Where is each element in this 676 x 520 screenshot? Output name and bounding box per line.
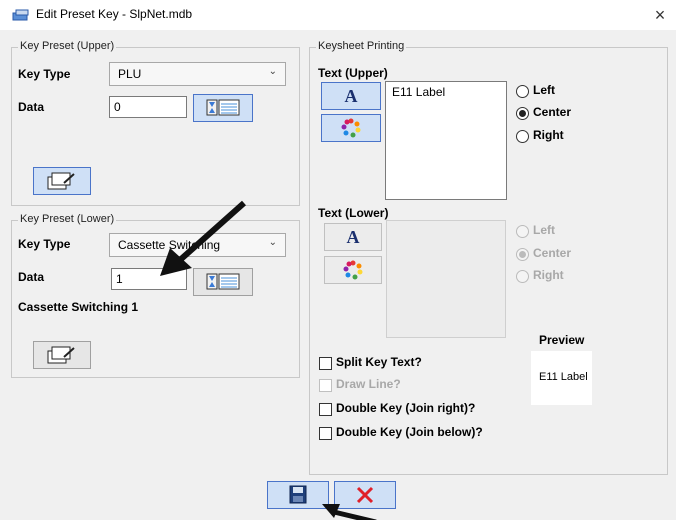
upper-align-center-label: Center — [533, 105, 572, 119]
edit-pencil-icon — [47, 346, 75, 364]
upper-data-picker-button[interactable] — [193, 94, 253, 122]
app-icon — [12, 9, 29, 21]
upper-data-input[interactable]: 0 — [109, 96, 187, 118]
preview-box: E11 Label — [531, 351, 592, 405]
lower-key-type-label: Key Type — [18, 237, 71, 251]
upper-data-label: Data — [18, 100, 45, 114]
upper-key-type-label: Key Type — [18, 67, 71, 81]
upper-font-button[interactable]: A — [321, 82, 381, 110]
double-key-join-right-checkbox[interactable] — [319, 403, 332, 416]
text-upper-label: Text (Upper) — [318, 66, 388, 80]
annotation-arrow-icon — [160, 200, 246, 276]
window-title: Edit Preset Key - SlpNet.mdb — [36, 7, 193, 21]
upper-key-type-dropdown[interactable]: PLU ⌄ — [109, 62, 286, 86]
color-wheel-icon — [343, 260, 363, 280]
upper-align-right-label: Right — [533, 128, 564, 142]
font-a-icon: A — [344, 86, 358, 106]
preview-text: E11 Label — [539, 371, 588, 383]
text-upper-value: E11 Label — [392, 85, 446, 99]
double-key-join-below-label: Double Key (Join below)? — [336, 425, 483, 439]
upper-edit-button[interactable] — [33, 167, 91, 195]
text-upper-input[interactable]: E11 Label — [385, 81, 507, 200]
close-button[interactable]: × — [648, 3, 672, 27]
preview-label: Preview — [539, 333, 585, 347]
lower-align-left-label: Left — [533, 223, 555, 237]
upper-align-center-radio[interactable] — [516, 107, 529, 120]
upper-align-right-radio[interactable] — [516, 130, 529, 143]
chevron-down-icon: ⌄ — [268, 237, 277, 248]
annotation-arrow-icon — [322, 504, 377, 520]
upper-align-left-radio[interactable] — [516, 85, 529, 98]
font-a-icon: A — [346, 227, 360, 247]
double-key-join-below-checkbox[interactable] — [319, 427, 332, 440]
lower-align-right-label: Right — [533, 268, 564, 282]
title-bar: Edit Preset Key - SlpNet.mdb × — [0, 0, 676, 30]
draw-line-label: Draw Line? — [336, 377, 401, 391]
lower-data-value: 1 — [116, 272, 123, 286]
list-picker-icon — [206, 99, 240, 116]
floppy-disk-icon — [289, 485, 307, 504]
lower-align-left-radio[interactable] — [516, 225, 529, 238]
dialog-body: Key Preset (Upper) Key Type PLU ⌄ Data 0… — [0, 30, 676, 520]
color-wheel-icon — [341, 118, 361, 138]
lower-color-button[interactable] — [324, 256, 382, 284]
text-lower-label: Text (Lower) — [318, 206, 389, 220]
upper-key-type-value: PLU — [118, 67, 142, 81]
keysheet-printing-label: Keysheet Printing — [316, 40, 407, 52]
split-key-text-label: Split Key Text? — [336, 355, 422, 369]
lower-align-center-radio[interactable] — [516, 248, 529, 261]
draw-line-checkbox[interactable] — [319, 379, 332, 392]
lower-align-center-label: Center — [533, 246, 572, 260]
lower-data-label: Data — [18, 270, 45, 284]
lower-font-button[interactable]: A — [324, 223, 382, 251]
edit-pencil-icon — [47, 172, 75, 190]
split-key-text-checkbox[interactable] — [319, 357, 332, 370]
chevron-down-icon: ⌄ — [268, 66, 277, 77]
lower-edit-button[interactable] — [33, 341, 91, 369]
lower-align-right-radio[interactable] — [516, 270, 529, 283]
text-lower-input[interactable] — [386, 220, 506, 338]
upper-align-left-label: Left — [533, 83, 555, 97]
key-preset-lower-label: Key Preset (Lower) — [18, 213, 117, 225]
lower-description: Cassette Switching 1 — [18, 300, 139, 314]
upper-color-button[interactable] — [321, 114, 381, 142]
key-preset-upper-label: Key Preset (Upper) — [18, 40, 117, 52]
double-key-join-right-label: Double Key (Join right)? — [336, 401, 476, 415]
upper-data-value: 0 — [114, 100, 121, 114]
